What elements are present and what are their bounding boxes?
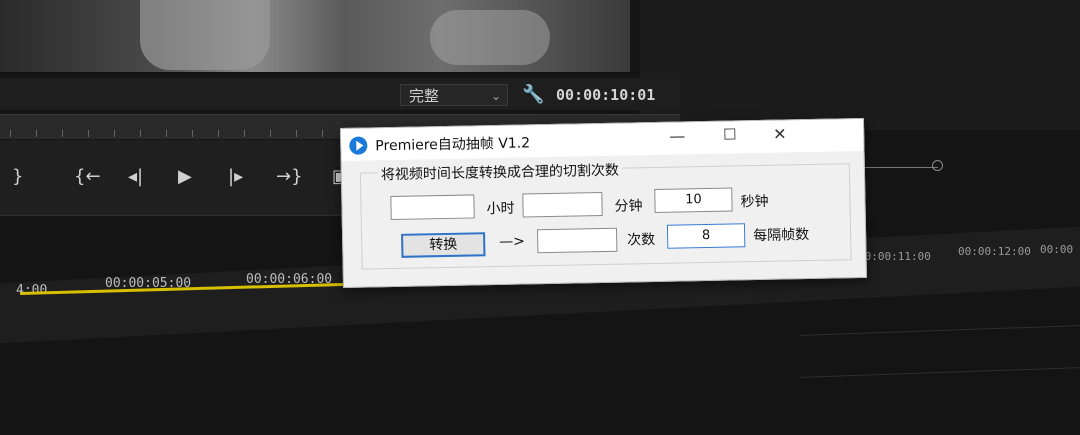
step-forward-icon[interactable]: |▸ [228, 166, 243, 187]
dialog-title: Premiere自动抽帧 V1.2 [375, 135, 531, 155]
minimize-icon[interactable]: — [669, 126, 685, 145]
frame-interval-input[interactable]: 8 [666, 223, 746, 249]
ruler-tick [192, 130, 193, 137]
close-icon[interactable]: ✕ [773, 124, 787, 143]
play-icon[interactable]: ▶ [178, 166, 192, 187]
ruler-tick [270, 130, 271, 137]
frame-interval-label: 每隔帧数 [752, 227, 810, 245]
program-monitor-video [0, 0, 630, 72]
second-label: 秒钟 [740, 193, 769, 211]
ruler-tick [244, 130, 245, 137]
minute-input[interactable] [522, 191, 603, 218]
ruler-tick [166, 130, 167, 137]
video-subject [140, 0, 270, 70]
zoom-select-value: 完整 [409, 87, 440, 105]
second-input[interactable]: 10 [654, 187, 733, 213]
chevron-down-icon: ⌄ [490, 89, 501, 103]
ruler-tick [296, 130, 297, 137]
zoom-select[interactable]: 完整 ⌄ [400, 84, 508, 106]
ruler-tick [140, 130, 141, 137]
go-to-out-icon[interactable]: →} [276, 166, 303, 187]
ruler-tick [10, 130, 11, 137]
ruler-tick [114, 130, 115, 137]
timeline-timecode: 00:00:11:00 [858, 250, 931, 263]
right-panel [640, 0, 1080, 130]
timeline-timecode: 00:00:12:00 [958, 245, 1031, 258]
zoom-slider-end[interactable] [932, 160, 943, 171]
convert-button[interactable]: 转换 [401, 232, 486, 258]
go-to-in-icon[interactable]: {← [74, 166, 101, 187]
result-output [536, 227, 618, 254]
ruler-tick [88, 130, 89, 137]
timeline-timecode: 00:00 [1040, 243, 1074, 256]
hour-label: 小时 [486, 200, 515, 218]
step-back-icon[interactable]: ◂| [128, 166, 143, 187]
ruler-tick [62, 130, 63, 137]
wrench-icon[interactable]: 🔧 [522, 84, 544, 105]
ruler-tick [322, 130, 323, 137]
ruler-tick [36, 130, 37, 137]
hour-input[interactable] [390, 194, 475, 221]
count-label: 次数 [627, 231, 656, 249]
video-subject-hand [430, 10, 550, 65]
minute-label: 分钟 [614, 198, 643, 215]
mark-out-icon[interactable]: } [12, 166, 23, 187]
app-icon [349, 136, 368, 155]
auto-frame-extract-dialog: Premiere自动抽帧 V1.2 — ☐ ✕ 将视频时间长度转换成合理的切割次… [340, 117, 867, 288]
arrow-label: —> [499, 233, 526, 250]
ruler-tick [218, 130, 219, 137]
monitor-timecode: 00:00:10:01 [556, 86, 656, 104]
maximize-icon[interactable]: ☐ [723, 125, 737, 143]
